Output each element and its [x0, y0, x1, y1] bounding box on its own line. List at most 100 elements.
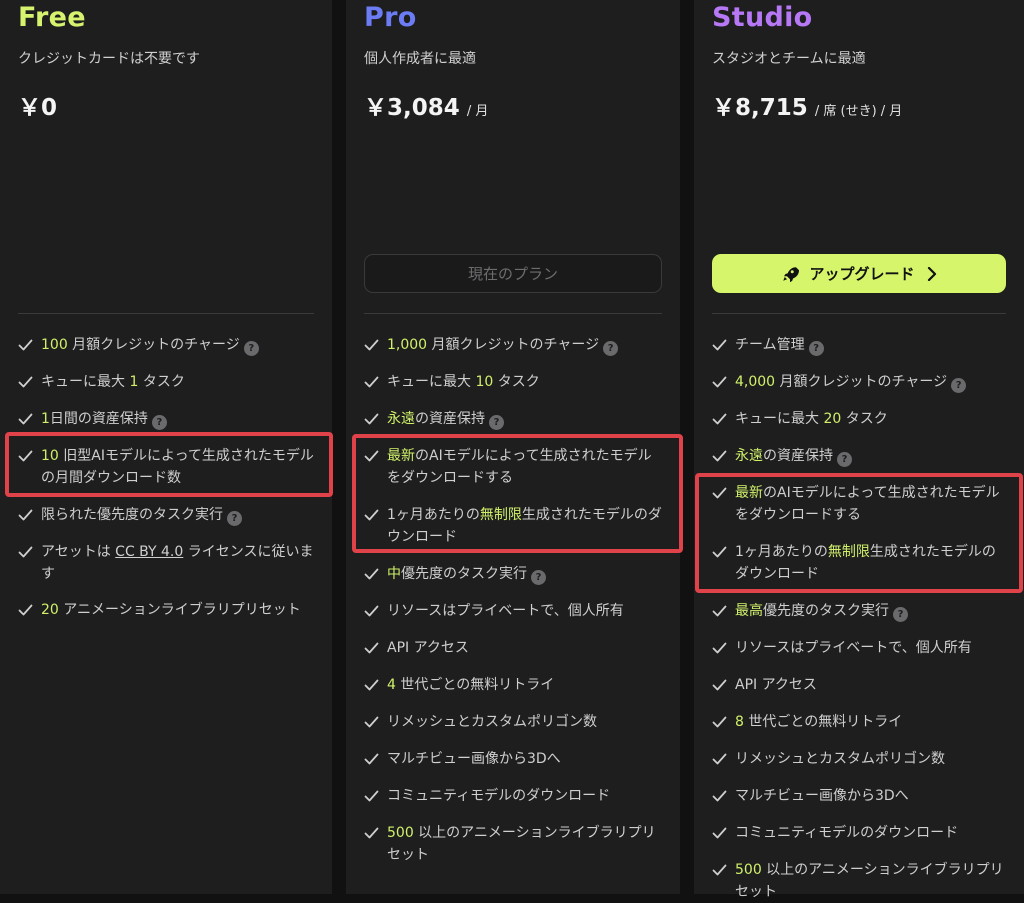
- plan-card-studio: Studio スタジオとチームに最適 ￥8,715 / 席 (せき) / 月 ア…: [694, 0, 1024, 900]
- feature-text: のAIモデルによって生成されたモデルをダウンロードする: [387, 448, 652, 486]
- feature-text: リメッシュとカスタムポリゴン数: [387, 714, 597, 730]
- question-icon[interactable]: ?: [951, 378, 967, 393]
- plan-price: ￥3,084 / 月: [364, 88, 488, 122]
- plan-name: Pro: [364, 2, 417, 33]
- check-icon: [364, 450, 379, 462]
- feature-item: 最新のAIモデルによって生成されたモデルをダウンロードする: [712, 482, 1006, 526]
- check-icon: [364, 827, 379, 839]
- plan-price: ￥0: [18, 88, 57, 122]
- check-icon: [364, 413, 379, 425]
- check-icon: [364, 790, 379, 802]
- price-amount: ￥3,084: [364, 95, 460, 121]
- divider: [18, 313, 314, 314]
- check-icon: [712, 753, 727, 765]
- feature-text: 月額クレジットのチャージ: [775, 374, 948, 390]
- feature-highlight: 最新: [387, 448, 415, 464]
- question-icon[interactable]: ?: [837, 452, 852, 467]
- button-label: アップグレード: [809, 265, 915, 283]
- feature-text: タスク: [841, 411, 888, 427]
- price-unit: / 席 (せき) / 月: [814, 104, 903, 119]
- feature-highlight: 無制限: [827, 544, 870, 560]
- check-icon: [364, 376, 379, 388]
- plan-card-pro: Pro 個人作成者に最適 ￥3,084 / 月 現在のプラン 1,000 月額ク…: [346, 0, 680, 894]
- feature-highlight: 永遠: [387, 411, 415, 427]
- feature-item: 1,000 月額クレジットのチャージ?: [364, 334, 662, 356]
- question-icon[interactable]: ?: [489, 415, 504, 430]
- feature-highlight: 10: [41, 448, 59, 464]
- feature-text: 月額クレジットのチャージ: [67, 337, 240, 353]
- check-icon: [364, 753, 379, 765]
- feature-item: API アクセス: [712, 674, 1006, 696]
- check-icon: [18, 546, 33, 558]
- feature-highlight: 1: [41, 411, 50, 427]
- question-icon[interactable]: ?: [227, 511, 242, 526]
- check-icon: [712, 413, 727, 425]
- feature-item: リソースはプライベートで、個人所有: [712, 637, 1006, 659]
- question-icon[interactable]: ?: [893, 607, 908, 622]
- feature-text: のAIモデルによって生成されたモデルをダウンロードする: [735, 485, 1000, 523]
- feature-prefix: キューに最大: [735, 411, 824, 427]
- feature-item: 500 以上のアニメーションライブラリプリセット: [712, 859, 1006, 903]
- feature-item: 永遠の資産保持?: [364, 408, 662, 430]
- price-unit: / 月: [466, 104, 489, 119]
- feature-item: 8 世代ごとの無料リトライ: [712, 711, 1006, 733]
- check-icon: [18, 450, 33, 462]
- feature-text: 以上のアニメーションライブラリプリセット: [387, 825, 656, 863]
- feature-item: 20 アニメーションライブラリプリセット: [18, 599, 314, 621]
- current-plan-button[interactable]: 現在のプラン: [364, 254, 662, 293]
- plan-subtitle: スタジオとチームに最適: [712, 51, 866, 67]
- check-icon: [364, 509, 379, 521]
- feature-item: 1ヶ月あたりの無制限生成されたモデルのダウンロード: [712, 541, 1006, 585]
- license-link[interactable]: CC BY 4.0: [115, 544, 183, 560]
- feature-item: 最高優先度のタスク実行?: [712, 600, 1006, 622]
- feature-item: キューに最大 10 タスク: [364, 371, 662, 393]
- feature-item: 1日間の資産保持?: [18, 408, 314, 430]
- feature-item: キューに最大 1 タスク: [18, 371, 314, 393]
- feature-text: マルチビュー画像から3Dへ: [735, 788, 909, 804]
- check-icon: [712, 679, 727, 691]
- rocket-icon: [783, 266, 800, 282]
- feature-prefix: キューに最大: [387, 374, 476, 390]
- divider: [712, 313, 1006, 314]
- check-icon: [364, 716, 379, 728]
- feature-text: リメッシュとカスタムポリゴン数: [735, 751, 945, 767]
- feature-item: 10 旧型AIモデルによって生成されたモデルの月間ダウンロード数: [18, 445, 314, 489]
- price-amount: ￥8,715: [712, 95, 808, 121]
- plan-name: Free: [18, 2, 86, 33]
- feature-prefix: 1ヶ月あたりの: [735, 544, 828, 560]
- feature-text: コミュニティモデルのダウンロード: [735, 825, 959, 841]
- check-icon: [364, 679, 379, 691]
- feature-text: チーム管理: [735, 337, 805, 353]
- feature-highlight: 4: [387, 677, 396, 693]
- check-icon: [364, 568, 379, 580]
- feature-item: キューに最大 20 タスク: [712, 408, 1006, 430]
- question-icon[interactable]: ?: [603, 341, 619, 356]
- feature-prefix: アセットは: [41, 544, 116, 560]
- upgrade-button[interactable]: アップグレード: [712, 254, 1006, 293]
- question-icon[interactable]: ?: [531, 570, 546, 585]
- feature-highlight: 20: [41, 602, 59, 618]
- feature-text: 以上のアニメーションライブラリプリセット: [735, 862, 1004, 900]
- check-icon: [712, 546, 727, 558]
- feature-prefix: 1ヶ月あたりの: [387, 507, 480, 523]
- check-icon: [18, 413, 33, 425]
- feature-item: 500 以上のアニメーションライブラリプリセット: [364, 822, 662, 866]
- feature-item: 1ヶ月あたりの無制限生成されたモデルのダウンロード: [364, 504, 662, 548]
- plan-subtitle: 個人作成者に最適: [364, 51, 476, 67]
- question-icon[interactable]: ?: [151, 415, 167, 430]
- check-icon: [712, 790, 727, 802]
- question-icon[interactable]: ?: [808, 341, 824, 356]
- divider: [364, 313, 662, 314]
- feature-highlight: 最新: [735, 485, 763, 501]
- feature-highlight: 無制限: [479, 507, 522, 523]
- feature-highlight: 10: [475, 374, 494, 390]
- feature-item: 4 世代ごとの無料リトライ: [364, 674, 662, 696]
- feature-text: 世代ごとの無料リトライ: [395, 677, 555, 693]
- question-icon[interactable]: ?: [243, 341, 259, 356]
- check-icon: [712, 450, 727, 462]
- feature-prefix: キューに最大: [41, 374, 130, 390]
- feature-text: の資産保持: [763, 448, 833, 464]
- feature-item: 永遠の資産保持?: [712, 445, 1006, 467]
- check-icon: [18, 339, 33, 351]
- check-icon: [712, 376, 727, 388]
